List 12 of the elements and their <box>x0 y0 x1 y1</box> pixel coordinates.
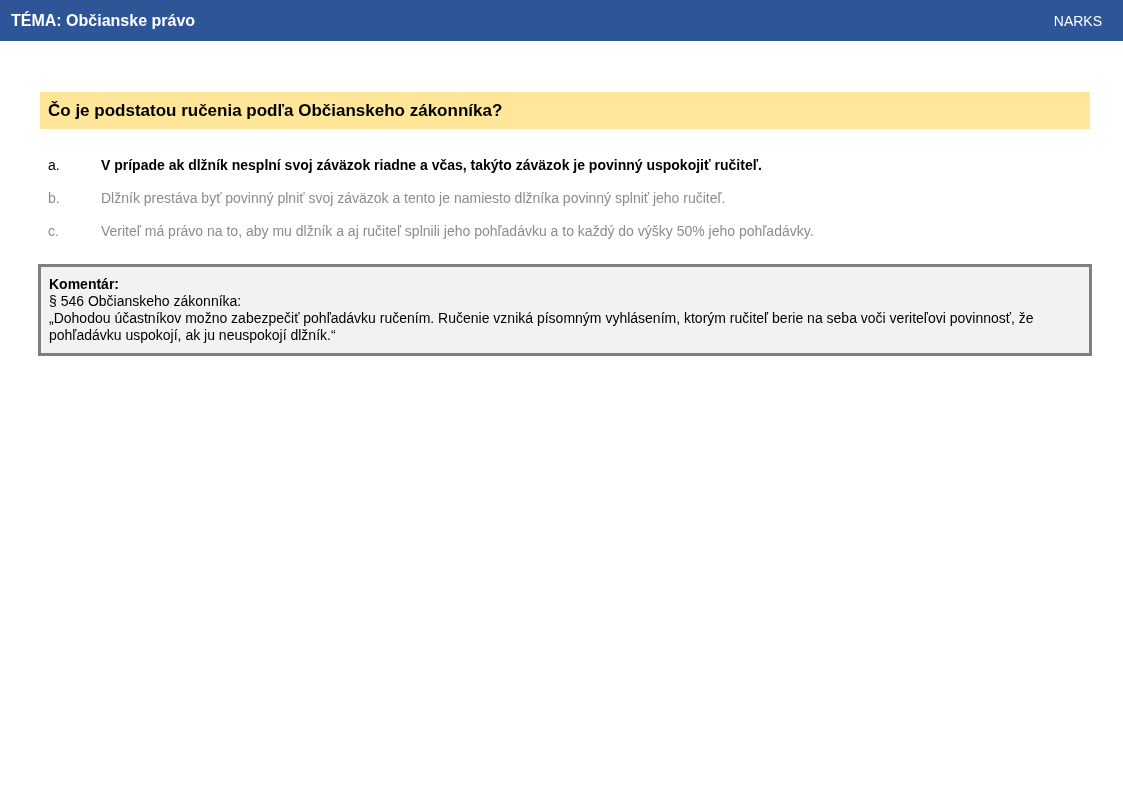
comment-quote: „Dohodou účastníkov možno zabezpečiť pohľadávku ručením. Ručenie vzniká písomným vyhlásením, ktorým ručiteľ berie na seba voči veriteľovi povinnosť, že pohľadávku uspokojí, ak ju neuspokojí dlžník.“ <box>49 310 1035 344</box>
answer-letter: c. <box>48 223 60 239</box>
comment-title: Komentár: <box>49 276 120 293</box>
topic-title: TÉMA: Občianske právo <box>11 11 196 30</box>
answer-option: V prípade ak dlžník nesplní svoj záväzok riadne a včas, takýto záväzok je povinný uspokojiť ručiteľ. <box>101 157 762 173</box>
answer-option: Dlžník prestáva byť povinný plniť svoj záväzok a tento je namiesto dlžníka povinný splniť jeho ručiteľ. <box>101 190 726 206</box>
question-heading: Čo je podstatou ručenia podľa Občianskeho zákonníka? <box>40 92 1090 129</box>
brand-label: NARKS <box>1053 12 1102 29</box>
answer-option: Veriteľ má právo na to, aby mu dlžník a aj ručiteľ splnili jeho pohľadávku a to každý do výšky 50% jeho pohľadávky. <box>101 223 814 239</box>
answer-letter: b. <box>48 190 61 206</box>
comment-source: § 546 Občianskeho zákonníka: <box>49 293 243 310</box>
answer-letter: a. <box>48 157 61 173</box>
